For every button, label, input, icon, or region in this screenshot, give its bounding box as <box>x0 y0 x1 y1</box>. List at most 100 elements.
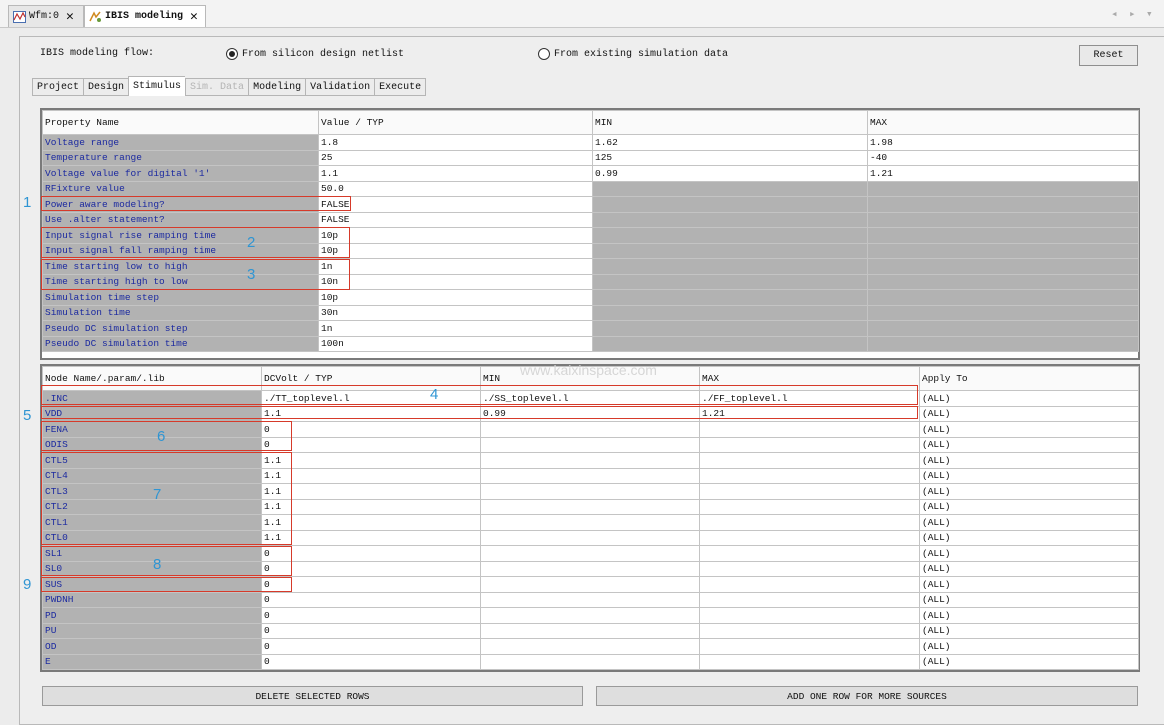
max-cell[interactable] <box>699 498 920 515</box>
apply-to-cell[interactable]: (ALL) <box>919 483 1139 500</box>
apply-to-cell[interactable]: (ALL) <box>919 452 1139 469</box>
dcvolt-typ-cell[interactable]: 1.1 <box>261 514 481 531</box>
source-row[interactable]: .INC ./TT_toplevel.l ./SS_toplevel.l ./FF_t… <box>42 390 1139 407</box>
property-row[interactable]: Use .alter statement? FALSE <box>42 211 1139 228</box>
dcvolt-typ-cell[interactable]: 1.1 <box>261 467 481 484</box>
tab-stimulus[interactable]: Stimulus <box>128 76 186 96</box>
dcvolt-typ-cell[interactable]: 0 <box>261 653 481 670</box>
min-cell[interactable] <box>480 529 700 546</box>
property-row[interactable]: Simulation time 30n <box>42 304 1139 321</box>
min-cell[interactable] <box>480 483 700 500</box>
apply-to-cell[interactable]: (ALL) <box>919 498 1139 515</box>
min-cell[interactable] <box>480 622 700 639</box>
apply-to-cell[interactable]: (ALL) <box>919 576 1139 593</box>
min-cell[interactable] <box>480 421 700 438</box>
min-cell[interactable] <box>480 576 700 593</box>
max-cell[interactable] <box>699 622 920 639</box>
property-max-cell[interactable]: -40 <box>867 149 1139 166</box>
property-row[interactable]: Time starting high to low 10n <box>42 273 1139 290</box>
property-row[interactable]: Voltage value for digital '1' 1.1 0.99 1.21 <box>42 165 1139 182</box>
source-row[interactable]: OD 0 (ALL) <box>42 638 1139 655</box>
max-cell[interactable] <box>699 467 920 484</box>
property-row[interactable]: Voltage range 1.8 1.62 1.98 <box>42 134 1139 151</box>
property-min-cell[interactable]: 1.62 <box>592 134 868 151</box>
source-row[interactable]: PD 0 (ALL) <box>42 607 1139 624</box>
property-value-cell[interactable]: 10p <box>318 242 593 259</box>
source-row[interactable]: CTL2 1.1 (ALL) <box>42 498 1139 515</box>
property-row[interactable]: Power aware modeling? FALSE <box>42 196 1139 213</box>
min-cell[interactable] <box>480 545 700 562</box>
dcvolt-typ-cell[interactable]: 0 <box>261 560 481 577</box>
max-cell[interactable] <box>699 436 920 453</box>
property-min-cell[interactable]: 125 <box>592 149 868 166</box>
max-cell[interactable] <box>699 638 920 655</box>
scroll-left-icon[interactable]: ◂ <box>1111 7 1118 21</box>
property-row[interactable]: Time starting low to high 1n <box>42 258 1139 275</box>
property-row[interactable]: Simulation time step 10p <box>42 289 1139 306</box>
max-cell[interactable]: 1.21 <box>699 405 920 422</box>
max-cell[interactable] <box>699 607 920 624</box>
apply-to-cell[interactable]: (ALL) <box>919 591 1139 608</box>
dcvolt-typ-cell[interactable]: 0 <box>261 591 481 608</box>
min-cell[interactable] <box>480 498 700 515</box>
source-row[interactable]: CTL3 1.1 (ALL) <box>42 483 1139 500</box>
tab-design[interactable]: Design <box>83 78 129 96</box>
property-row[interactable]: Pseudo DC simulation step 1n <box>42 320 1139 337</box>
dcvolt-typ-cell[interactable]: 0 <box>261 545 481 562</box>
max-cell[interactable]: ./FF_toplevel.l <box>699 390 920 407</box>
source-row[interactable]: PU 0 (ALL) <box>42 622 1139 639</box>
apply-to-cell[interactable]: (ALL) <box>919 653 1139 670</box>
source-row[interactable]: SUS 0 (ALL) <box>42 576 1139 593</box>
apply-to-cell[interactable]: (ALL) <box>919 436 1139 453</box>
max-cell[interactable] <box>699 529 920 546</box>
property-value-cell[interactable]: 1n <box>318 258 593 275</box>
apply-to-cell[interactable]: (ALL) <box>919 529 1139 546</box>
header-min[interactable]: MIN <box>592 110 868 135</box>
dcvolt-typ-cell[interactable]: 1.1 <box>261 405 481 422</box>
max-cell[interactable] <box>699 421 920 438</box>
property-max-cell[interactable]: 1.21 <box>867 165 1139 182</box>
source-row[interactable]: SL0 0 (ALL) <box>42 560 1139 577</box>
property-value-cell[interactable]: 100n <box>318 335 593 352</box>
max-cell[interactable] <box>699 483 920 500</box>
max-cell[interactable] <box>699 452 920 469</box>
min-cell[interactable] <box>480 560 700 577</box>
apply-to-cell[interactable]: (ALL) <box>919 390 1139 407</box>
apply-to-cell[interactable]: (ALL) <box>919 545 1139 562</box>
property-value-cell[interactable]: 1.8 <box>318 134 593 151</box>
overflow-menu-icon[interactable]: ▾ <box>1146 7 1153 21</box>
property-max-cell[interactable]: 1.98 <box>867 134 1139 151</box>
min-cell[interactable] <box>480 607 700 624</box>
dcvolt-typ-cell[interactable]: 0 <box>261 576 481 593</box>
radio-existing-sim-data[interactable]: From existing simulation data <box>538 48 728 60</box>
max-cell[interactable] <box>699 591 920 608</box>
min-cell[interactable] <box>480 452 700 469</box>
apply-to-cell[interactable]: (ALL) <box>919 405 1139 422</box>
source-row[interactable]: CTL5 1.1 (ALL) <box>42 452 1139 469</box>
dcvolt-typ-cell[interactable]: 0 <box>261 436 481 453</box>
property-value-cell[interactable]: FALSE <box>318 196 593 213</box>
property-row[interactable]: RFixture value 50.0 <box>42 180 1139 197</box>
property-row[interactable]: Temperature range 25 125 -40 <box>42 149 1139 166</box>
property-min-cell[interactable]: 0.99 <box>592 165 868 182</box>
dcvolt-typ-cell[interactable]: 0 <box>261 421 481 438</box>
max-cell[interactable] <box>699 560 920 577</box>
min-cell[interactable] <box>480 591 700 608</box>
property-value-cell[interactable]: 10p <box>318 227 593 244</box>
property-value-cell[interactable]: 10p <box>318 289 593 306</box>
dcvolt-typ-cell[interactable]: 1.1 <box>261 452 481 469</box>
property-value-cell[interactable]: 1n <box>318 320 593 337</box>
tab-project[interactable]: Project <box>32 78 84 96</box>
source-row[interactable]: CTL1 1.1 (ALL) <box>42 514 1139 531</box>
header-apply-to[interactable]: Apply To <box>919 366 1139 391</box>
tab-validation[interactable]: Validation <box>305 78 375 96</box>
min-cell[interactable] <box>480 514 700 531</box>
apply-to-cell[interactable]: (ALL) <box>919 514 1139 531</box>
header-property-name[interactable]: Property Name <box>42 110 319 135</box>
close-icon[interactable]: ✕ <box>190 9 198 24</box>
property-value-cell[interactable]: 30n <box>318 304 593 321</box>
min-cell[interactable] <box>480 638 700 655</box>
dcvolt-typ-cell[interactable]: 0 <box>261 607 481 624</box>
apply-to-cell[interactable]: (ALL) <box>919 421 1139 438</box>
min-cell[interactable]: 0.99 <box>480 405 700 422</box>
